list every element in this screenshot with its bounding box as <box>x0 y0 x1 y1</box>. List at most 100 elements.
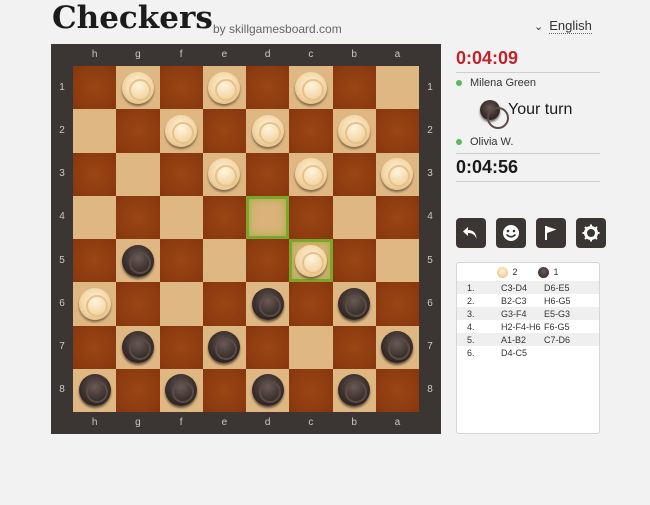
board-square[interactable] <box>289 325 333 369</box>
board-square[interactable] <box>116 325 160 369</box>
move-row[interactable]: 2. B2-C3 H6-G5 <box>457 294 599 307</box>
board-square[interactable] <box>332 195 376 239</box>
board-square[interactable] <box>375 195 419 239</box>
board-square[interactable] <box>332 109 376 153</box>
board-square[interactable] <box>116 152 160 196</box>
board-square[interactable] <box>159 152 203 196</box>
board-square[interactable] <box>202 195 246 239</box>
white-checker[interactable] <box>294 158 327 191</box>
black-checker[interactable] <box>165 374 198 407</box>
board-square[interactable] <box>73 368 117 412</box>
board-square[interactable] <box>289 152 333 196</box>
board-square[interactable] <box>116 368 160 412</box>
board-square[interactable] <box>375 282 419 326</box>
board-square[interactable] <box>246 239 290 283</box>
move-history[interactable]: 2 1 1. C3-D4 D6-E5 2. B2-C3 H6-G5 3. G3-F4 E5-G3… <box>456 262 600 434</box>
black-checker[interactable] <box>121 331 154 364</box>
settings-button[interactable] <box>576 218 606 248</box>
move-row[interactable]: 4. H2-F4-H6 F6-G5 <box>457 320 599 333</box>
board-square[interactable] <box>289 282 333 326</box>
board-square[interactable] <box>246 282 290 326</box>
board-square[interactable] <box>246 325 290 369</box>
board-square[interactable] <box>73 109 117 153</box>
checkers-board[interactable] <box>73 66 419 412</box>
white-checker[interactable] <box>338 114 371 147</box>
board-square[interactable] <box>246 368 290 412</box>
board-square[interactable] <box>116 282 160 326</box>
board-square[interactable] <box>159 368 203 412</box>
board-square[interactable] <box>202 152 246 196</box>
black-checker[interactable] <box>208 331 241 364</box>
board-square[interactable] <box>202 239 246 283</box>
board-square[interactable] <box>202 109 246 153</box>
board-square[interactable] <box>73 152 117 196</box>
board-square[interactable] <box>375 239 419 283</box>
board-square[interactable] <box>246 109 290 153</box>
board-square[interactable] <box>289 239 333 283</box>
board-square[interactable] <box>202 66 246 110</box>
move-row[interactable]: 5. A1-B2 C7-D6 <box>457 333 599 346</box>
board-square[interactable] <box>202 368 246 412</box>
board-square[interactable] <box>159 239 203 283</box>
smiley-icon <box>503 225 519 241</box>
board-square[interactable] <box>116 239 160 283</box>
board-square[interactable] <box>159 282 203 326</box>
white-checker[interactable] <box>121 71 154 104</box>
board-square[interactable] <box>73 66 117 110</box>
board-square[interactable] <box>289 368 333 412</box>
board-square[interactable] <box>202 325 246 369</box>
board-square[interactable] <box>246 66 290 110</box>
black-checker[interactable] <box>338 287 371 320</box>
board-square[interactable] <box>332 152 376 196</box>
board-square[interactable] <box>289 195 333 239</box>
board-square[interactable] <box>159 66 203 110</box>
board-square[interactable] <box>116 109 160 153</box>
board-square[interactable] <box>332 325 376 369</box>
white-checker[interactable] <box>208 158 241 191</box>
white-checker[interactable] <box>381 158 414 191</box>
board-square[interactable] <box>375 368 419 412</box>
emoji-button[interactable] <box>496 218 526 248</box>
board-square[interactable] <box>159 325 203 369</box>
undo-button[interactable] <box>456 218 486 248</box>
board-square[interactable] <box>116 66 160 110</box>
black-checker[interactable] <box>338 374 371 407</box>
board-square[interactable] <box>246 195 290 239</box>
board-square[interactable] <box>332 66 376 110</box>
white-checker[interactable] <box>208 71 241 104</box>
white-checker[interactable] <box>251 114 284 147</box>
resign-button[interactable] <box>536 218 566 248</box>
board-square[interactable] <box>332 368 376 412</box>
board-square[interactable] <box>289 109 333 153</box>
white-checker[interactable] <box>165 114 198 147</box>
white-checker[interactable] <box>294 244 327 277</box>
black-checker[interactable] <box>121 244 154 277</box>
board-square[interactable] <box>246 152 290 196</box>
move-row[interactable]: 3. G3-F4 E5-G3 <box>457 307 599 320</box>
black-checker[interactable] <box>381 331 414 364</box>
move-row[interactable]: 6. D4-C5 <box>457 346 599 359</box>
black-checker[interactable] <box>251 374 284 407</box>
move-row[interactable]: 1. C3-D4 D6-E5 <box>457 281 599 294</box>
board-square[interactable] <box>73 239 117 283</box>
board-square[interactable] <box>116 195 160 239</box>
board-square[interactable] <box>375 66 419 110</box>
board-square[interactable] <box>73 325 117 369</box>
board-square[interactable] <box>159 109 203 153</box>
board-square[interactable] <box>332 239 376 283</box>
white-checker[interactable] <box>78 287 111 320</box>
language-selector[interactable]: ⌄ English <box>534 18 592 34</box>
board-square[interactable] <box>289 66 333 110</box>
white-checker[interactable] <box>294 71 327 104</box>
board-square[interactable] <box>375 325 419 369</box>
board-square[interactable] <box>375 152 419 196</box>
board-square[interactable] <box>73 195 117 239</box>
black-checker[interactable] <box>78 374 111 407</box>
board-square[interactable] <box>73 282 117 326</box>
board-square[interactable] <box>202 282 246 326</box>
byline[interactable]: by skillgamesboard.com <box>213 22 342 36</box>
board-square[interactable] <box>375 109 419 153</box>
board-square[interactable] <box>332 282 376 326</box>
board-square[interactable] <box>159 195 203 239</box>
black-checker[interactable] <box>251 287 284 320</box>
